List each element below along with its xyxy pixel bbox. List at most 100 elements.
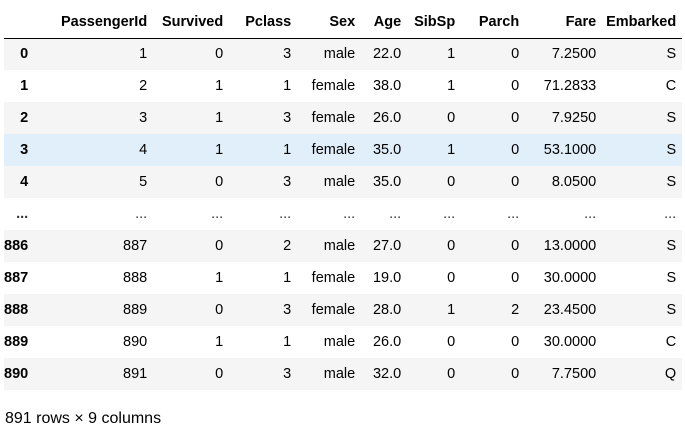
cell-fare: 7.2500 — [551, 46, 597, 63]
table-row: 2 3 1 3 female 26.0 0 0 7.9250 S — [4, 102, 683, 134]
cell-sex: male — [323, 334, 356, 350]
column-header-parch: Parch — [461, 6, 526, 39]
cell-passengerid: 889 — [123, 302, 148, 318]
cell-embarked: S — [666, 238, 677, 254]
cell-passengerid: 3 — [139, 110, 148, 126]
cell-age: 35.0 — [372, 174, 402, 190]
cell-survived: 0 — [215, 238, 224, 254]
header-row: PassengerId Survived Pclass Sex Age SibSp Parc… — [4, 6, 683, 39]
table-row: 889 890 1 1 male 26.0 0 0 30.0000 C — [4, 326, 683, 358]
cell-parch: 0 — [511, 78, 520, 94]
cell-pclass: 1 — [283, 334, 292, 350]
cell-embarked: S — [666, 174, 677, 190]
column-header-survived: Survived — [153, 6, 230, 39]
cell-age: 32.0 — [372, 366, 402, 382]
table-row: 1 2 1 1 female 38.0 1 0 71.2833 C — [4, 70, 683, 102]
cell-fare: 30.0000 — [543, 334, 597, 350]
column-header-pclass: Pclass — [229, 6, 298, 39]
table-header: PassengerId Survived Pclass Sex Age SibSp Parc… — [4, 6, 683, 39]
cell-passengerid: ... — [135, 206, 148, 222]
column-header-embarked: Embarked — [602, 6, 683, 39]
cell-age: 22.0 — [372, 46, 402, 63]
cell-passengerid: 5 — [139, 174, 148, 190]
cell-sibsp: 0 — [447, 238, 456, 254]
cell-pclass: 3 — [283, 366, 292, 382]
cell-pclass: 2 — [283, 238, 292, 254]
cell-sibsp: 1 — [447, 46, 456, 63]
cell-sibsp: 1 — [447, 142, 456, 158]
cell-pclass: 3 — [283, 174, 292, 190]
cell-passengerid: 891 — [123, 366, 148, 382]
index-header — [4, 6, 42, 39]
table-row: 890 891 0 3 male 32.0 0 0 7.7500 Q — [4, 358, 683, 390]
cell-sex: male — [323, 366, 356, 382]
table-row: 888 889 0 3 female 28.0 1 2 23.4500 S — [4, 294, 683, 326]
cell-sibsp: ... — [443, 206, 456, 222]
cell-sibsp: 0 — [447, 174, 456, 190]
row-index: ... — [16, 206, 29, 222]
cell-passengerid: 887 — [123, 238, 148, 254]
cell-passengerid: 4 — [139, 142, 148, 158]
cell-embarked: Q — [664, 366, 677, 382]
row-index: 887 — [4, 270, 29, 286]
cell-survived: 0 — [215, 366, 224, 382]
row-index: 1 — [20, 78, 29, 94]
cell-pclass: 1 — [283, 78, 292, 94]
shape-summary: 891 rows × 9 columns — [5, 410, 162, 427]
row-index: 886 — [4, 238, 29, 254]
cell-pclass: ... — [279, 206, 292, 222]
cell-passengerid: 2 — [139, 78, 148, 94]
cell-parch: 0 — [511, 110, 520, 126]
row-index: 889 — [4, 334, 29, 350]
table-row: 887 888 1 1 female 19.0 0 0 30.0000 S — [4, 262, 683, 294]
cell-fare: ... — [584, 206, 597, 222]
cell-fare: 7.9250 — [551, 110, 597, 126]
column-header-sex: Sex — [297, 6, 362, 39]
cell-age: 19.0 — [372, 270, 402, 286]
cell-embarked: S — [666, 302, 677, 318]
cell-pclass: 1 — [283, 142, 292, 158]
cell-age: 27.0 — [372, 238, 402, 254]
cell-sex: female — [311, 78, 356, 94]
cell-sex: female — [311, 110, 356, 126]
table-row: 4 5 0 3 male 35.0 0 0 8.0500 S — [4, 166, 683, 198]
cell-fare: 53.1000 — [543, 142, 597, 158]
cell-age: 26.0 — [372, 110, 402, 126]
cell-sex: female — [311, 302, 356, 318]
cell-passengerid: 1 — [139, 46, 148, 63]
cell-embarked: S — [666, 142, 677, 158]
ellipsis-row: .............................. — [4, 198, 683, 230]
cell-age: 26.0 — [372, 334, 402, 350]
cell-passengerid: 888 — [123, 270, 148, 286]
dataframe-output: PassengerId Survived Pclass Sex Age SibSp Parc… — [4, 6, 683, 390]
row-index: 888 — [4, 302, 29, 318]
cell-survived: 0 — [215, 302, 224, 318]
cell-sex: male — [323, 174, 356, 190]
row-index: 0 — [20, 46, 29, 63]
dataframe-table: PassengerId Survived Pclass Sex Age SibSp Parc… — [4, 6, 683, 390]
cell-sex: female — [311, 142, 356, 158]
cell-parch: 0 — [511, 334, 520, 350]
cell-pclass: 3 — [283, 46, 292, 63]
cell-embarked: C — [665, 78, 677, 94]
cell-survived: 0 — [215, 46, 224, 63]
column-header-fare: Fare — [525, 6, 603, 39]
cell-fare: 23.4500 — [543, 302, 597, 318]
table-row: 886 887 0 2 male 27.0 0 0 13.0000 S — [4, 230, 683, 262]
cell-fare: 30.0000 — [543, 270, 597, 286]
cell-survived: 1 — [215, 110, 224, 126]
table-body: 0 1 0 3 male 22.0 1 0 7.2500 S 1 2 1 1 female 38.0 1 0 71.… — [4, 38, 683, 390]
cell-embarked: C — [665, 334, 677, 350]
cell-sibsp: 0 — [447, 366, 456, 382]
row-index: 3 — [20, 142, 29, 158]
cell-passengerid: 890 — [123, 334, 148, 350]
cell-sibsp: 0 — [447, 334, 456, 350]
cell-age: ... — [389, 206, 402, 222]
cell-fare: 7.7500 — [551, 366, 597, 382]
cell-sex: male — [323, 238, 356, 254]
cell-age: 38.0 — [372, 78, 402, 94]
cell-survived: 1 — [215, 142, 224, 158]
cell-sibsp: 1 — [447, 302, 456, 318]
row-index: 890 — [4, 366, 29, 382]
cell-sibsp: 1 — [447, 78, 456, 94]
